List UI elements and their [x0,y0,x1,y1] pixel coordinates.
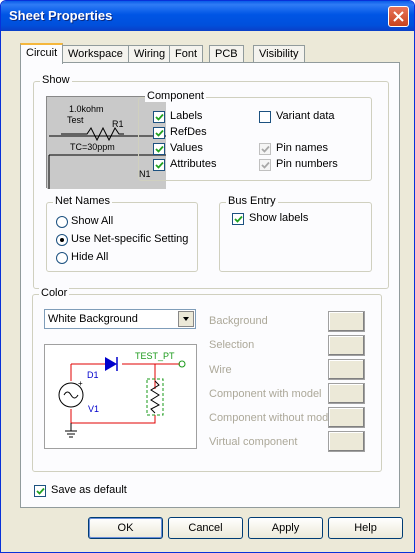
hide-all-radio[interactable] [56,252,68,264]
checkmark-icon [155,145,164,153]
net-names-group-title: Net Names [53,195,113,207]
color-item-component-without-model: Component without model [209,412,337,424]
component-without-model-swatch[interactable] [328,407,365,428]
tab-wiring[interactable]: Wiring [128,45,172,63]
checkmark-icon [155,113,164,121]
apply-button[interactable]: Apply [248,517,323,539]
color-item-component-with-model: Component with model [209,388,322,400]
test-pt-label: TEST_PT [135,351,175,361]
pin-names-checkbox[interactable] [259,143,271,155]
checkmark-icon [155,129,164,137]
preview-test-label: Test [67,115,84,125]
tab-visibility[interactable]: Visibility [253,45,305,63]
sheet-properties-dialog: Sheet Properties Circuit Workspace Wirin… [0,0,415,553]
variant-data-checkbox[interactable] [259,111,271,123]
tab-workspace[interactable]: Workspace [62,45,129,63]
show-labels-checkbox[interactable] [232,213,244,225]
variant-data-label: Variant data [276,110,335,122]
color-group-title: Color [39,287,70,299]
circuit-color-preview: TEST_PT D1 + V1 [44,344,197,449]
chevron-down-icon [183,317,189,321]
tab-label: Visibility [259,48,299,60]
v1-label: V1 [88,404,99,414]
save-as-default-checkbox[interactable] [34,485,46,497]
preview-value: 1.0kohm [69,104,104,114]
help-button[interactable]: Help [328,517,403,539]
use-net-specific-label: Use Net-specific Setting [71,233,189,245]
ok-button[interactable]: OK [88,517,163,539]
window-title: Sheet Properties [9,8,113,23]
labels-label: Labels [170,110,203,122]
show-labels-label: Show labels [249,212,309,224]
component-with-model-swatch[interactable] [328,383,365,404]
virtual-component-swatch[interactable] [328,431,365,452]
checkmark-icon [155,161,164,169]
color-scheme-dropdown[interactable]: White Background [44,309,196,329]
pin-names-label: Pin names [276,142,328,154]
close-icon [393,11,404,22]
values-label: Values [170,142,203,154]
color-item-wire: Wire [209,364,232,376]
close-button[interactable] [388,6,409,27]
tab-label: PCB [215,48,238,60]
show-group-title: Show [40,74,72,86]
checkmark-icon [261,161,270,169]
title-bar: Sheet Properties [1,1,414,31]
checkmark-icon [234,215,243,223]
checkmark-icon [36,487,45,495]
wire-color-swatch[interactable] [328,359,365,380]
attributes-label: Attributes [170,158,217,170]
preview-tc: TC=30ppm [70,142,115,152]
bus-entry-group-title: Bus Entry [226,195,278,207]
refdes-label: RefDes [170,126,207,138]
refdes-checkbox[interactable] [153,127,165,139]
color-item-background: Background [209,315,268,327]
background-color-swatch[interactable] [328,311,365,332]
labels-checkbox[interactable] [153,111,165,123]
checkmark-icon [261,145,270,153]
show-all-radio[interactable] [56,216,68,228]
tab-label: Circuit [26,47,58,59]
hide-all-label: Hide All [71,251,109,263]
color-scheme-value: White Background [48,313,138,325]
tab-label: Workspace [68,48,123,60]
pin-numbers-checkbox[interactable] [259,159,271,171]
tab-font[interactable]: Font [169,45,204,63]
selection-color-swatch[interactable] [328,335,365,356]
tab-label: Wiring [134,48,166,60]
color-item-virtual-component: Virtual component [209,436,298,448]
svg-text:+: + [78,379,83,388]
d1-label: D1 [87,370,99,380]
values-checkbox[interactable] [153,143,165,155]
cancel-button[interactable]: Cancel [168,517,243,539]
tab-label: Font [175,48,198,60]
dropdown-arrow-button[interactable] [178,311,194,327]
tab-circuit[interactable]: Circuit [20,43,64,64]
show-all-label: Show All [71,215,114,227]
component-group-title: Component [145,90,206,102]
preview-ref: R1 [112,119,124,129]
color-item-selection: Selection [209,339,255,351]
tab-pcb[interactable]: PCB [209,45,244,63]
save-as-default-label: Save as default [51,484,127,496]
use-net-specific-radio[interactable] [56,234,68,246]
pin-numbers-label: Pin numbers [276,158,338,170]
circuit-preview-graphic: TEST_PT D1 + V1 [58,351,186,438]
attributes-checkbox[interactable] [153,159,165,171]
